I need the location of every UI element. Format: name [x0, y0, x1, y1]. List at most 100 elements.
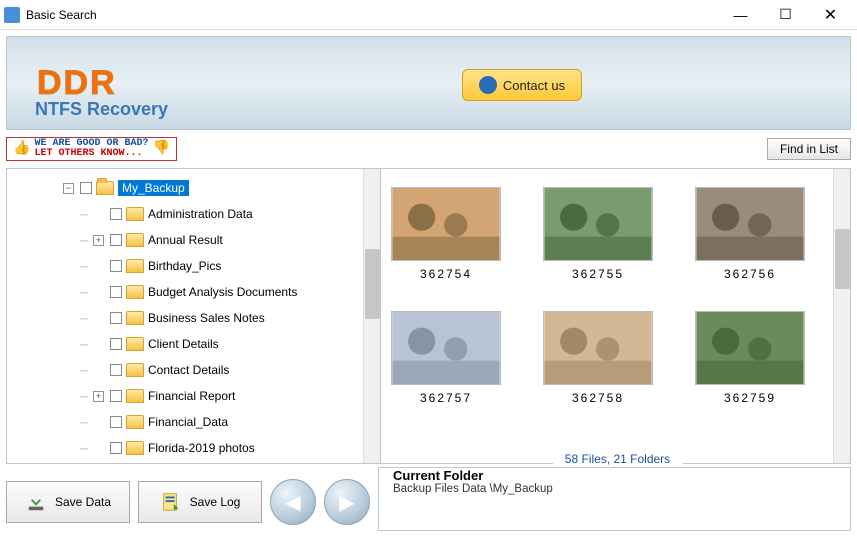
checkbox[interactable]: [80, 182, 92, 194]
tree-item[interactable]: ····Budget Analysis Documents: [7, 279, 380, 305]
close-button[interactable]: ✕: [808, 1, 853, 29]
feedback-badge[interactable]: 👍 WE ARE GOOD OR BAD? LET OTHERS KNOW...…: [6, 137, 177, 161]
tree-item[interactable]: ····Business Sales Notes: [7, 305, 380, 331]
checkbox[interactable]: [110, 260, 122, 272]
toolbar: 👍 WE ARE GOOD OR BAD? LET OTHERS KNOW...…: [6, 136, 851, 162]
contact-icon: [479, 76, 497, 94]
tree-label: Client Details: [148, 337, 219, 351]
footer: Save Data Save Log ◀ ▶ 58 Files, 21 Fold…: [6, 474, 851, 530]
folder-icon: [126, 337, 144, 351]
tree-label: Financial_Data: [148, 415, 228, 429]
thumbnail-item[interactable]: 362755: [543, 187, 653, 281]
thumbnail-caption: 362754: [391, 267, 501, 281]
tree-root[interactable]: − My_Backup: [7, 175, 380, 201]
tree-label: Contact Details: [148, 363, 229, 377]
thumbnail-caption: 362755: [543, 267, 653, 281]
tree-label: My_Backup: [118, 180, 189, 196]
thumbnail-image: [543, 187, 653, 261]
tree-label: Budget Analysis Documents: [148, 285, 297, 299]
expand-icon[interactable]: +: [93, 235, 104, 246]
current-folder-header: Current Folder: [393, 468, 842, 483]
titlebar: Basic Search — ☐ ✕: [0, 0, 857, 30]
save-log-icon: [160, 491, 182, 513]
thumbnail-caption: 362756: [695, 267, 805, 281]
tree-item[interactable]: ····Birthday_Pics: [7, 253, 380, 279]
checkbox[interactable]: [110, 338, 122, 350]
folder-tree-panel: −My_Backup····Administration Data····+An…: [7, 169, 381, 463]
tree-item[interactable]: ····Contact Details: [7, 357, 380, 383]
checkbox[interactable]: [110, 364, 122, 376]
preview-scrollbar[interactable]: [833, 169, 850, 463]
thumbnail-image: [695, 311, 805, 385]
tree-label: Administration Data: [148, 207, 253, 221]
tree-item[interactable]: ····+Financial Report: [7, 383, 380, 409]
save-data-icon: [25, 491, 47, 513]
checkbox[interactable]: [110, 234, 122, 246]
folder-icon: [126, 311, 144, 325]
folder-icon: [126, 415, 144, 429]
folder-icon: [126, 441, 144, 455]
find-in-list-button[interactable]: Find in List: [767, 138, 851, 160]
header-banner: DDR NTFS Recovery Contact us: [6, 36, 851, 130]
thumbnail-caption: 362757: [391, 391, 501, 405]
thumbnail-item[interactable]: 362754: [391, 187, 501, 281]
tree-item[interactable]: ····Administration Data: [7, 201, 380, 227]
tree-item[interactable]: ····Client Details: [7, 331, 380, 357]
nav-back-button[interactable]: ◀: [270, 479, 316, 525]
checkbox[interactable]: [110, 442, 122, 454]
expand-icon[interactable]: +: [93, 391, 104, 402]
tree-label: Florida-2019 photos: [148, 441, 255, 455]
current-folder-path: Backup Files Data \My_Backup: [393, 483, 842, 495]
checkbox[interactable]: [110, 208, 122, 220]
tree-label: Annual Result: [148, 233, 223, 247]
thumbnail-grid: 362754 362755 362756 362757 362758 362759: [381, 169, 850, 423]
save-log-button[interactable]: Save Log: [138, 481, 262, 523]
save-log-label: Save Log: [190, 495, 241, 509]
checkbox[interactable]: [110, 416, 122, 428]
thumbnail-image: [391, 311, 501, 385]
maximize-button[interactable]: ☐: [763, 1, 808, 29]
thumbnail-item[interactable]: 362756: [695, 187, 805, 281]
thumbnail-item[interactable]: 362759: [695, 311, 805, 405]
feedback-line2: LET OTHERS KNOW...: [34, 149, 148, 159]
contact-label: Contact us: [503, 78, 565, 93]
folder-icon: [96, 181, 114, 195]
thumbnail-item[interactable]: 362757: [391, 311, 501, 405]
tree-item[interactable]: ····Florida-2019 photos: [7, 435, 380, 461]
thumbs-up-icon: 👍: [13, 142, 30, 156]
nav-forward-button[interactable]: ▶: [324, 479, 370, 525]
folder-tree[interactable]: −My_Backup····Administration Data····+An…: [7, 169, 380, 461]
tree-item[interactable]: ····Financial_Data: [7, 409, 380, 435]
tree-label: Birthday_Pics: [148, 259, 221, 273]
logo: DDR: [37, 64, 117, 103]
checkbox[interactable]: [110, 312, 122, 324]
thumbnail-caption: 362759: [695, 391, 805, 405]
tree-label: Business Sales Notes: [148, 311, 265, 325]
window-title: Basic Search: [26, 8, 718, 22]
thumbnail-image: [543, 311, 653, 385]
thumbnail-item[interactable]: 362758: [543, 311, 653, 405]
save-data-label: Save Data: [55, 495, 111, 509]
thumbnail-caption: 362758: [543, 391, 653, 405]
folder-icon: [126, 233, 144, 247]
folder-icon: [126, 259, 144, 273]
minimize-button[interactable]: —: [718, 1, 763, 29]
collapse-icon[interactable]: −: [63, 183, 74, 194]
tree-scrollbar[interactable]: [363, 169, 380, 463]
save-data-button[interactable]: Save Data: [6, 481, 130, 523]
thumbnail-image: [391, 187, 501, 261]
folder-icon: [126, 389, 144, 403]
folder-icon: [126, 207, 144, 221]
preview-panel: 362754 362755 362756 362757 362758 362759: [381, 169, 850, 463]
contact-us-button[interactable]: Contact us: [462, 69, 582, 101]
tree-item[interactable]: ····+Annual Result: [7, 227, 380, 253]
checkbox[interactable]: [110, 390, 122, 402]
checkbox[interactable]: [110, 286, 122, 298]
tree-label: Financial Report: [148, 389, 235, 403]
thumbnail-image: [695, 187, 805, 261]
current-folder-panel: 58 Files, 21 Folders Current Folder Back…: [378, 467, 851, 531]
main-area: −My_Backup····Administration Data····+An…: [6, 168, 851, 464]
thumbs-down-icon: 👎: [152, 142, 169, 156]
app-icon: [4, 7, 20, 23]
file-stats: 58 Files, 21 Folders: [553, 452, 683, 466]
